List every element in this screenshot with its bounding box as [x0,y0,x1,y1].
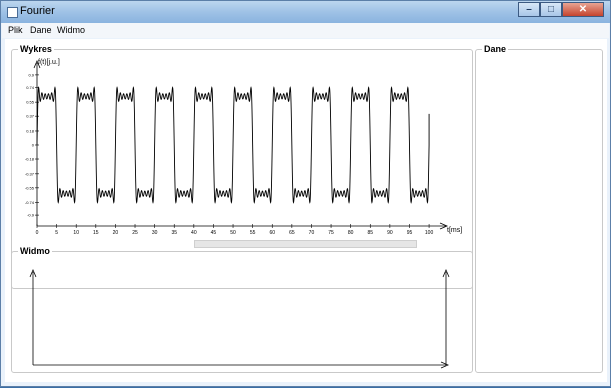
app-window: Fourier – □ ✕ Plik Dane Widmo Wykres Wid… [0,0,611,387]
minimize-button[interactable]: – [518,2,540,17]
maximize-button[interactable]: □ [540,2,562,17]
menu-widmo[interactable]: Widmo [57,25,85,35]
maximize-icon: □ [547,4,555,15]
dane-panel: Dane [475,44,603,373]
minimize-icon: – [526,4,532,15]
app-icon [7,7,18,18]
chart-scrollbar[interactable] [194,240,417,248]
close-button[interactable]: ✕ [562,2,604,17]
title-bar[interactable]: Fourier – □ ✕ [1,1,610,23]
menu-dane[interactable]: Dane [30,25,52,35]
dane-title: Dane [482,44,509,54]
menu-bar: Plik Dane Widmo [2,23,609,38]
close-icon: ✕ [578,4,588,15]
wykres-title: Wykres [18,44,54,54]
window-title: Fourier [20,5,55,17]
widmo-title: Widmo [18,246,52,256]
widmo-panel: Widmo [11,246,473,373]
menu-plik[interactable]: Plik [8,25,23,35]
client-area: Wykres Widmo Dane [5,39,607,382]
